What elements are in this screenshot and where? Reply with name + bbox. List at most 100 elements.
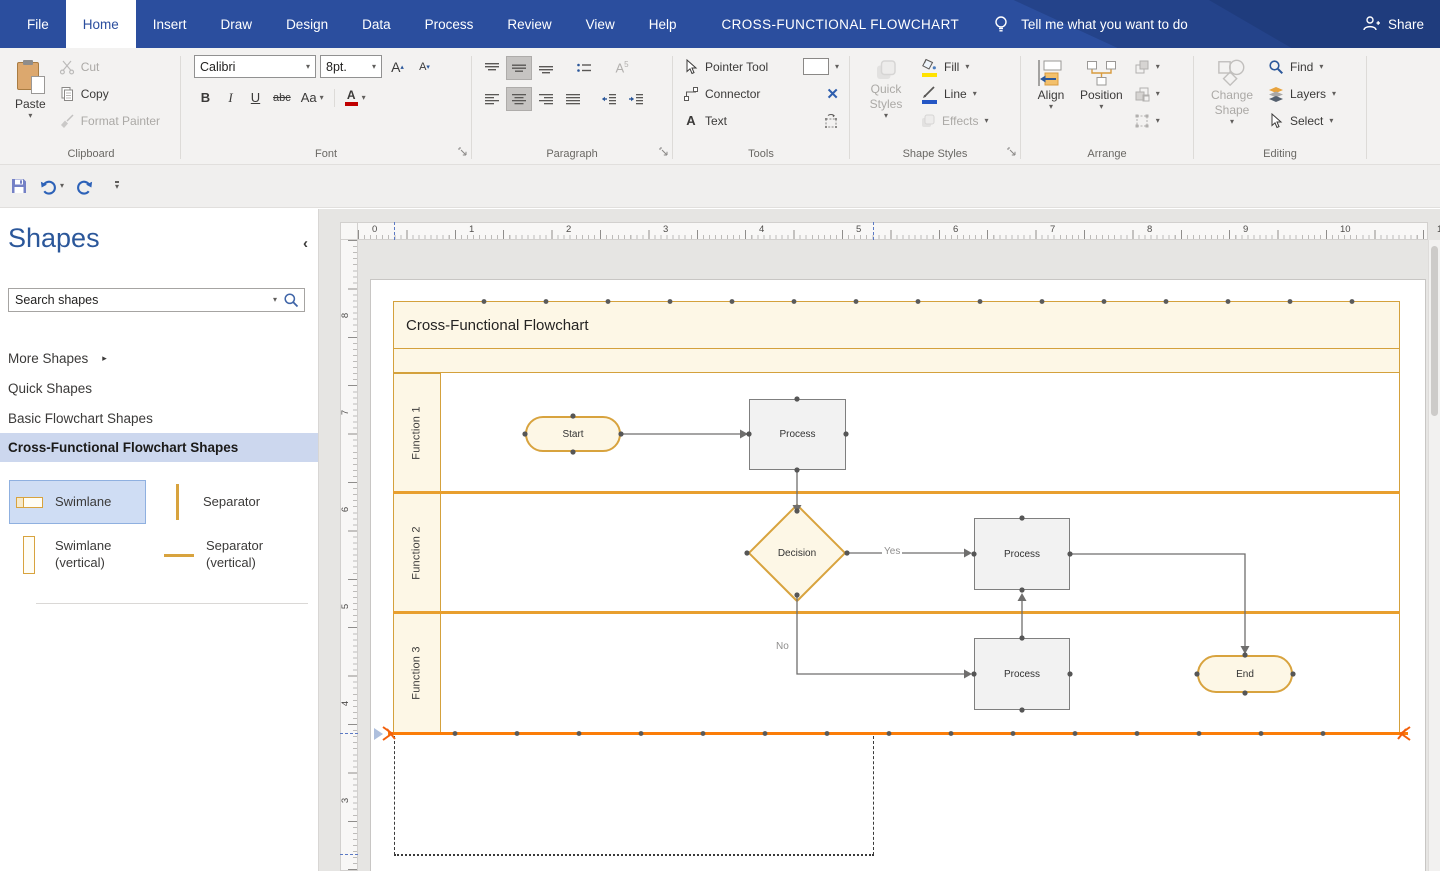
node-start[interactable]: Start [525,416,621,452]
customize-qat-button[interactable]: ▾ [112,178,122,195]
search-shapes-input[interactable] [9,293,273,307]
vertical-scrollbar[interactable] [1428,240,1440,871]
position-button[interactable]: Position ▾ [1074,53,1129,116]
align-left-button[interactable] [479,87,505,111]
connector-tool-button[interactable]: Connector [680,80,763,107]
cut-button[interactable]: Cut [56,53,163,80]
align-middle-icon [511,62,527,74]
select-button[interactable]: Select▾ [1265,107,1339,134]
font-family-combobox[interactable]: Calibri ▾ [194,55,316,78]
underline-button[interactable]: U [244,86,267,109]
align-top-button[interactable] [479,56,505,80]
font-size-combobox[interactable]: 8pt. ▾ [320,55,382,78]
drawing-canvas[interactable]: 01 23 45 67 89 1011 87 65 43 Cross-Funct… [319,209,1440,871]
search-magnifier-icon[interactable] [283,292,299,308]
cff-title-band[interactable]: Cross-Functional Flowchart [393,301,1400,349]
swimlane-3-header[interactable]: Function 3 [393,613,441,733]
rotate-text-icon: A5 [615,60,628,75]
tab-file[interactable]: File [10,0,66,48]
swimlane-separator-1[interactable] [393,491,1400,494]
cff-phase-band[interactable] [393,349,1400,373]
tab-review[interactable]: Review [490,0,568,48]
tab-help[interactable]: Help [632,0,694,48]
align-bottom-button[interactable] [533,56,559,80]
align-button[interactable]: Align ▾ [1028,53,1074,116]
strikethrough-button[interactable]: abc [269,86,295,109]
swimlane-2-body[interactable] [441,493,1400,613]
node-decision-label: Decision [757,543,837,563]
basic-flowchart-shapes-item[interactable]: Basic Flowchart Shapes [0,403,318,433]
tab-design[interactable]: Design [269,0,345,48]
share-button[interactable]: Share [1361,0,1424,48]
send-backward-button[interactable]: ▾ [1131,80,1163,107]
search-dropdown-caret-icon[interactable]: ▾ [273,296,277,304]
redo-button[interactable] [72,174,97,199]
shrink-font-button[interactable]: A▾ [413,55,436,78]
stencil-separator-vertical[interactable]: Separator (vertical) [158,529,310,581]
stencil-swimlane[interactable]: Swimlane [9,480,146,524]
tab-view[interactable]: View [569,0,632,48]
tab-home[interactable]: Home [66,0,136,48]
node-process-1[interactable]: Process [749,399,846,470]
group-button[interactable]: ▾ [1131,107,1163,134]
node-end[interactable]: End [1197,655,1293,693]
node-process-2[interactable]: Process [974,518,1070,590]
tell-me-box[interactable]: Tell me what you want to do [991,0,1188,48]
stencil-separator[interactable]: Separator [158,478,308,526]
align-middle-button[interactable] [506,56,532,80]
decrease-indent-button[interactable] [596,87,622,111]
tab-data[interactable]: Data [345,0,408,48]
quick-shapes-item[interactable]: Quick Shapes [0,373,318,403]
font-color-button[interactable]: A ▾ [341,86,370,109]
format-painter-button[interactable]: Format Painter [56,107,163,134]
justify-icon [565,93,581,105]
change-shape-button[interactable]: Change Shape ▾ [1201,53,1263,131]
swimlane-separator-2[interactable] [393,611,1400,614]
copy-label: Copy [81,87,109,101]
collapse-panel-icon[interactable]: ‹ [303,235,308,252]
row-insert-marker-icon[interactable] [374,728,383,740]
swimlane-2-header[interactable]: Function 2 [393,493,441,613]
delete-connector-button[interactable]: ✕ [823,80,842,107]
bullets-button[interactable] [571,56,597,80]
bring-forward-button[interactable]: ▾ [1131,53,1163,80]
save-button[interactable] [7,174,31,198]
fill-button[interactable]: Fill▾ [917,53,991,80]
tab-insert[interactable]: Insert [136,0,204,48]
italic-button[interactable]: I [219,86,242,109]
paste-button[interactable]: Paste ▾ [9,55,52,125]
paragraph-dialog-launcher-icon[interactable] [659,147,669,157]
line-button[interactable]: Line▾ [917,80,991,107]
increase-indent-button[interactable] [623,87,649,111]
layers-button[interactable]: Layers▾ [1265,80,1339,107]
shape-styles-dialog-launcher-icon[interactable] [1007,147,1017,157]
stencil-swimlane-vertical[interactable]: Swimlane (vertical) [9,529,151,581]
grow-font-button[interactable]: A▴ [386,55,409,78]
node-start-label: Start [562,429,583,440]
tab-process[interactable]: Process [408,0,491,48]
cross-functional-flowchart-shapes-item[interactable]: Cross-Functional Flowchart Shapes [0,433,318,462]
scrollbar-thumb[interactable] [1431,246,1438,416]
change-case-button[interactable]: Aa▾ [297,86,328,109]
align-center-button[interactable] [506,87,532,111]
text-tool-button[interactable]: A Text [680,107,730,134]
copy-button[interactable]: Copy [56,80,163,107]
justify-button[interactable] [560,87,586,111]
pointer-tool-button[interactable]: Pointer Tool [680,53,771,80]
effects-button[interactable]: Effects▾ [917,107,991,134]
fill-swatch-dropdown[interactable]: ▾ [800,53,842,80]
align-right-icon [538,93,554,105]
more-shapes-item[interactable]: More Shapes▸ [0,343,318,373]
node-process-3[interactable]: Process [974,638,1070,710]
align-right-button[interactable] [533,87,559,111]
rotate-text-button[interactable]: A5 [609,56,635,80]
swimlane-1-header[interactable]: Function 1 [393,373,441,493]
quick-styles-button[interactable]: Quick Styles ▾ [857,53,915,125]
text-block-tool-button[interactable] [820,107,842,134]
font-dialog-launcher-icon[interactable] [458,147,468,157]
position-label: Position [1080,88,1123,103]
find-button[interactable]: Find▾ [1265,53,1339,80]
tab-draw[interactable]: Draw [204,0,270,48]
bold-button[interactable]: B [194,86,217,109]
undo-button[interactable]: ▾ [36,174,67,199]
